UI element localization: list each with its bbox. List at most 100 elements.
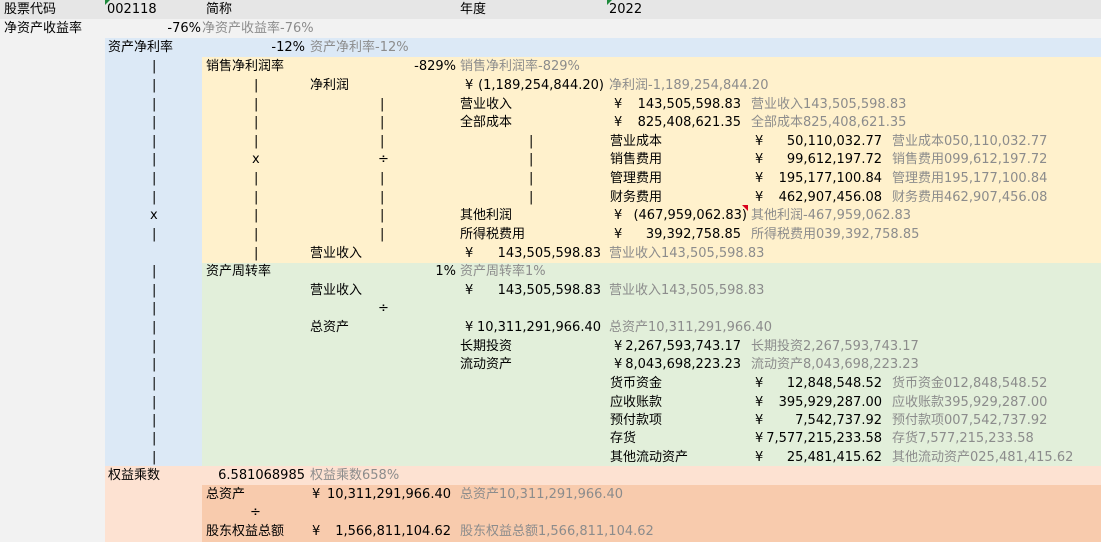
- stock-code-value[interactable]: 002118: [107, 1, 157, 19]
- current-asset-item-label[interactable]: 货币资金: [610, 375, 662, 393]
- divide-operator: ÷: [250, 505, 261, 520]
- tree-connector: |: [380, 171, 385, 186]
- sales-margin-value[interactable]: -829%: [305, 58, 456, 76]
- sales-margin-label[interactable]: 销售净利润率: [206, 58, 284, 76]
- tree-connector: |: [152, 413, 157, 428]
- current-asset-item-label[interactable]: 预付款项: [610, 412, 662, 430]
- year-value[interactable]: 2022: [609, 1, 642, 19]
- cost-item-label[interactable]: 财务费用: [610, 189, 662, 207]
- cost-item-label[interactable]: 管理费用: [610, 170, 662, 188]
- total-cost-desc[interactable]: 全部成本825,408,621.35: [751, 114, 906, 132]
- cost-item-value[interactable]: 195,177,100.84: [745, 170, 882, 188]
- equity-multiplier-value[interactable]: 6.581068985: [202, 467, 305, 485]
- total-assets-desc[interactable]: 总资产10,311,291,966.40: [460, 486, 623, 504]
- income-tax-value[interactable]: 39,392,758.85: [605, 226, 741, 244]
- revenue-desc[interactable]: 营业收入143,505,598.83: [609, 245, 764, 263]
- cost-item-desc[interactable]: 管理费用195,177,100.84: [892, 170, 1047, 188]
- equity-multiplier-desc[interactable]: 权益乘数658%: [310, 467, 399, 485]
- short-name-label[interactable]: 简称: [206, 1, 232, 19]
- cost-item-value[interactable]: 462,907,456.08: [745, 189, 882, 207]
- current-asset-item-desc[interactable]: 其他流动资产025,481,415.62: [892, 449, 1073, 467]
- stock-code-label[interactable]: 股票代码: [4, 1, 56, 19]
- tree-connector: |: [152, 190, 157, 205]
- tree-connector: |: [152, 152, 157, 167]
- sales-margin-desc[interactable]: 销售净利润率-829%: [460, 58, 580, 76]
- current-asset-item-desc[interactable]: 存货7,577,215,233.58: [892, 430, 1034, 448]
- asset-turnover-desc[interactable]: 资产周转率1%: [460, 263, 546, 281]
- roe-label[interactable]: 净资产收益率: [4, 20, 82, 38]
- tree-connector: |: [254, 78, 259, 93]
- current-asset-item-label[interactable]: 应收账款: [610, 394, 662, 412]
- current-assets-label[interactable]: 流动资产: [460, 356, 512, 374]
- total-assets-value[interactable]: 10,311,291,966.40: [456, 319, 601, 337]
- revenue-value[interactable]: 143,505,598.83: [456, 282, 601, 300]
- total-cost-label[interactable]: 全部成本: [460, 114, 512, 132]
- tree-connector: |: [380, 115, 385, 130]
- roe-desc[interactable]: 净资产收益率-76%: [202, 20, 314, 38]
- net-profit-desc[interactable]: 净利润-1,189,254,844.20: [609, 77, 768, 95]
- other-profit-label[interactable]: 其他利润: [460, 207, 512, 225]
- current-asset-item-value[interactable]: 395,929,287.00: [745, 394, 882, 412]
- equity-multiplier-label[interactable]: 权益乘数: [108, 467, 160, 485]
- long-term-invest-desc[interactable]: 长期投资2,267,593,743.17: [751, 338, 919, 356]
- total-cost-value[interactable]: 825,408,621.35: [605, 114, 741, 132]
- revenue-value[interactable]: 143,505,598.83: [605, 96, 741, 114]
- cost-item-desc[interactable]: 销售费用099,612,197.72: [892, 151, 1047, 169]
- income-tax-label[interactable]: 所得税费用: [460, 226, 525, 244]
- shareholder-equity-value[interactable]: 1,566,811,104.62: [305, 523, 451, 541]
- other-profit-desc[interactable]: 其他利润-467,959,062.83: [751, 207, 911, 225]
- cost-item-label[interactable]: 销售费用: [610, 151, 662, 169]
- asset-turnover-label[interactable]: 资产周转率: [206, 263, 271, 281]
- cost-item-label[interactable]: 营业成本: [610, 133, 662, 151]
- asset-turnover-value[interactable]: 1%: [305, 263, 456, 281]
- tree-connector: |: [254, 246, 259, 261]
- multiply-operator: x: [150, 208, 158, 223]
- current-assets-value[interactable]: 8,043,698,223.23: [605, 356, 741, 374]
- total-assets-value[interactable]: 10,311,291,966.40: [305, 486, 451, 504]
- current-asset-item-label[interactable]: 存货: [610, 430, 636, 448]
- current-asset-item-value[interactable]: 7,542,737.92: [745, 412, 882, 430]
- cost-item-value[interactable]: 50,110,032.77: [745, 133, 882, 151]
- cost-item-desc[interactable]: 营业成本050,110,032.77: [892, 133, 1047, 151]
- long-term-invest-value[interactable]: 2,267,593,743.17: [605, 338, 741, 356]
- current-asset-item-desc[interactable]: 预付款项007,542,737.92: [892, 412, 1047, 430]
- year-label[interactable]: 年度: [460, 1, 486, 19]
- roe-value[interactable]: -76%: [105, 20, 201, 38]
- net-margin-desc[interactable]: 资产净利率-12%: [310, 39, 409, 57]
- current-asset-item-label[interactable]: 其他流动资产: [610, 449, 688, 467]
- income-tax-desc[interactable]: 所得税费用039,392,758.85: [751, 226, 919, 244]
- tree-connector: |: [529, 152, 534, 167]
- current-asset-item-desc[interactable]: 应收账款395,929,287.00: [892, 394, 1047, 412]
- net-profit-label[interactable]: 净利润: [310, 77, 349, 95]
- revenue-value[interactable]: 143,505,598.83: [456, 245, 601, 263]
- cost-item-value[interactable]: 99,612,197.72: [745, 151, 882, 169]
- revenue-label[interactable]: 营业收入: [310, 245, 362, 263]
- total-assets-desc[interactable]: 总资产10,311,291,966.40: [609, 319, 772, 337]
- multiply-operator: x: [252, 152, 260, 167]
- revenue-label[interactable]: 营业收入: [460, 96, 512, 114]
- shareholder-equity-label[interactable]: 股东权益总额: [206, 523, 284, 541]
- shareholder-equity-desc[interactable]: 股东权益总额1,566,811,104.62: [460, 523, 654, 541]
- tree-connector: |: [152, 283, 157, 298]
- current-asset-item-value[interactable]: 25,481,415.62: [745, 449, 882, 467]
- tree-connector: |: [152, 264, 157, 279]
- total-assets-label[interactable]: 总资产: [310, 319, 349, 337]
- current-asset-item-value[interactable]: 7,577,215,233.58: [745, 430, 882, 448]
- other-profit-value[interactable]: (467,959,062.83): [600, 207, 747, 225]
- revenue-desc[interactable]: 营业收入143,505,598.83: [609, 282, 764, 300]
- current-asset-item-value[interactable]: 12,848,548.52: [745, 375, 882, 393]
- long-term-invest-label[interactable]: 长期投资: [460, 338, 512, 356]
- current-assets-desc[interactable]: 流动资产8,043,698,223.23: [751, 356, 919, 374]
- tree-connector: |: [152, 376, 157, 391]
- net-profit-value[interactable]: (1,189,254,844.20): [456, 77, 604, 95]
- net-margin-label[interactable]: 资产净利率: [108, 39, 173, 57]
- cost-item-desc[interactable]: 财务费用462,907,456.08: [892, 189, 1047, 207]
- current-asset-item-desc[interactable]: 货币资金012,848,548.52: [892, 375, 1047, 393]
- net-margin-value[interactable]: -12%: [202, 39, 305, 57]
- total-assets-label[interactable]: 总资产: [206, 486, 245, 504]
- tree-connector: |: [529, 134, 534, 149]
- divide-operator: ÷: [378, 301, 389, 316]
- revenue-desc[interactable]: 营业收入143,505,598.83: [751, 96, 906, 114]
- tree-connector: |: [254, 171, 259, 186]
- revenue-label[interactable]: 营业收入: [310, 282, 362, 300]
